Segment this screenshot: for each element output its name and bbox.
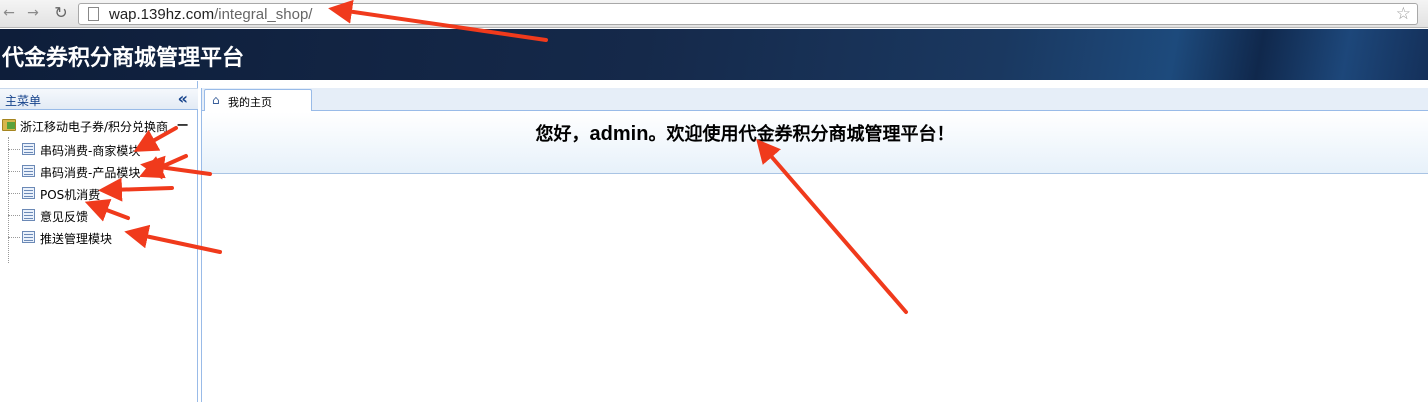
app-title: 代金券积分商城管理平台 (2, 46, 245, 71)
tree-connector (8, 193, 20, 194)
url-path: /integral_shop/ (214, 6, 313, 23)
table-icon (22, 143, 35, 155)
double-chevron-left-icon[interactable]: « (178, 89, 188, 109)
reload-icon[interactable]: ↻ (52, 4, 70, 22)
star-icon[interactable]: ☆ (1396, 4, 1411, 24)
tree-connector (8, 215, 20, 216)
collapse-toggle-icon[interactable]: − (176, 115, 189, 135)
sidebar: 主菜单 « 浙江移动电子券/积分兑换商 − 串码消费-商家模块 串码消费-产品模… (0, 81, 198, 402)
table-icon (22, 231, 35, 243)
sidebar-item-product-module[interactable]: 串码消费-产品模块 (0, 161, 198, 181)
table-icon (22, 165, 35, 177)
page-icon (88, 7, 99, 21)
sidebar-item-pos[interactable]: POS机消费 (0, 183, 198, 203)
tree-root-label[interactable]: 浙江移动电子券/积分兑换商 (20, 118, 168, 135)
sidebar-item-label[interactable]: POS机消费 (40, 186, 100, 203)
tree-connector (8, 149, 20, 150)
tab-home[interactable]: ⌂ 我的主页 (204, 89, 312, 111)
welcome-suffix: 。欢迎使用代金券积分商城管理平台！ (648, 124, 955, 145)
address-bar[interactable]: wap.139hz.com/integral_shop/ ☆ (78, 3, 1418, 25)
browser-toolbar: ← → ↻ wap.139hz.com/integral_shop/ ☆ (0, 0, 1428, 28)
tab-strip: ⌂ 我的主页 (202, 88, 1428, 111)
sidebar-item-feedback[interactable]: 意见反馈 (0, 205, 198, 225)
tab-label[interactable]: 我的主页 (228, 94, 272, 110)
url-host: wap.139hz.com (109, 6, 215, 23)
url-text[interactable]: wap.139hz.com/integral_shop/ (109, 6, 312, 23)
home-icon: ⌂ (212, 93, 220, 107)
sidebar-item-label[interactable]: 串码消费-产品模块 (40, 164, 140, 181)
folder-icon (2, 119, 16, 131)
sidebar-header: 主菜单 « (0, 88, 198, 110)
table-icon (22, 187, 35, 199)
sidebar-item-push[interactable]: 推送管理模块 (0, 227, 198, 247)
sidebar-title: 主菜单 (5, 94, 42, 108)
back-arrow-icon[interactable]: ← (0, 4, 18, 22)
username: admin (589, 123, 649, 145)
sidebar-item-label[interactable]: 推送管理模块 (40, 230, 112, 247)
table-icon (22, 209, 35, 221)
sidebar-item-label[interactable]: 意见反馈 (40, 208, 88, 225)
welcome-message: 您好，admin。欢迎使用代金券积分商城管理平台！ (202, 120, 1288, 146)
sidebar-item-label[interactable]: 串码消费-商家模块 (40, 142, 140, 159)
welcome-prefix: 您好， (535, 124, 590, 145)
main-panel: ⌂ 我的主页 您好，admin。欢迎使用代金券积分商城管理平台！ (201, 88, 1428, 402)
tree-connector (8, 237, 20, 238)
tree-connector (8, 171, 20, 172)
app-header: 代金券积分商城管理平台 (0, 29, 1428, 80)
tree-root[interactable]: 浙江移动电子券/积分兑换商 − (0, 115, 198, 135)
sidebar-item-merchant-module[interactable]: 串码消费-商家模块 (0, 139, 198, 159)
welcome-panel: 您好，admin。欢迎使用代金券积分商城管理平台！ (202, 112, 1428, 174)
forward-arrow-icon[interactable]: → (24, 4, 42, 22)
